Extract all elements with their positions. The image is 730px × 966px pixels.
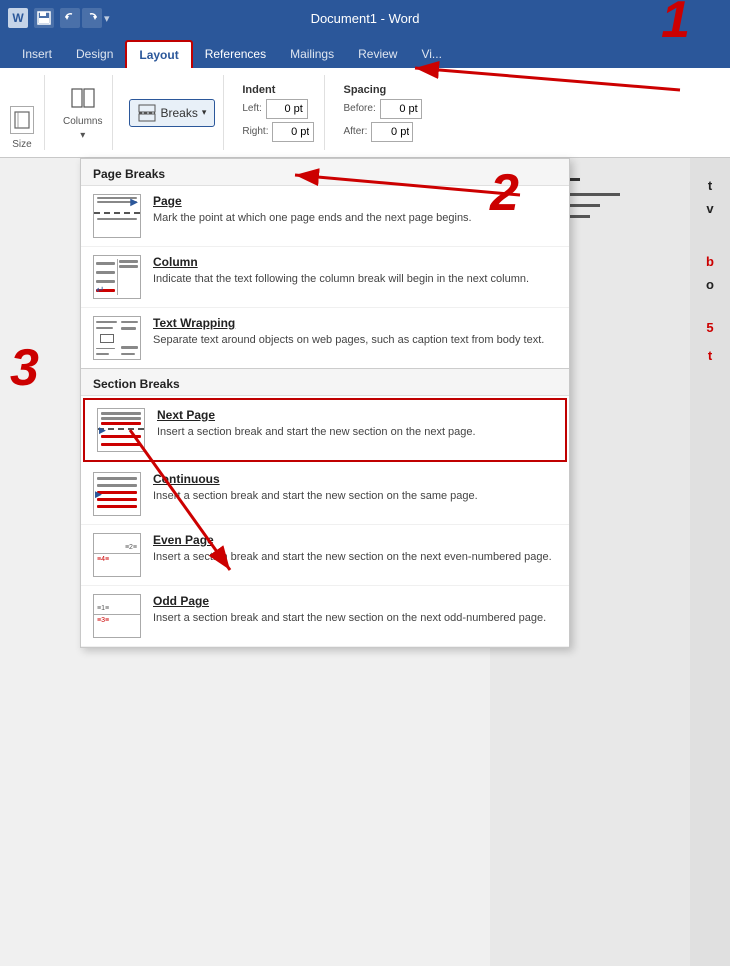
tab-view[interactable]: Vi... (409, 40, 453, 68)
tab-references[interactable]: References (193, 40, 278, 68)
tab-mailings[interactable]: Mailings (278, 40, 346, 68)
tab-review[interactable]: Review (346, 40, 409, 68)
col-arrow-icon: ↵ (96, 285, 104, 296)
text-wrap-icon (93, 316, 141, 360)
tab-design[interactable]: Design (64, 40, 125, 68)
breaks-button[interactable]: Breaks ▾ (129, 99, 215, 127)
next-page-item-title: Next Page (157, 408, 553, 422)
title-bar: W ▾ Document1 - Word (0, 0, 730, 36)
ribbon-body: Size Columns ▾ Breaks ▾ Indent Left: Rig… (0, 68, 730, 158)
spacing-after-input[interactable] (371, 122, 413, 142)
tab-layout[interactable]: Layout (125, 40, 192, 68)
column-item-text: Column Indicate that the text following … (153, 255, 557, 287)
spacing-after-label: After: (343, 126, 367, 137)
dropdown-item-even-page[interactable]: ≡2≡ ≡4≡ Even Page Insert a section break… (81, 525, 569, 586)
page-arrow-icon: ▶ (130, 197, 138, 208)
continuous-item-desc: Insert a section break and start the new… (153, 489, 557, 504)
continuous-arrow-icon: ▶ (95, 489, 102, 500)
even-page-icon: ≡2≡ ≡4≡ (93, 533, 141, 577)
dropdown-item-column[interactable]: ↵ Column Indicate that the text followin… (81, 247, 569, 308)
text-wrap-item-desc: Separate text around objects on web page… (153, 333, 557, 348)
next-page-item-desc: Insert a section break and start the new… (157, 425, 553, 440)
even-page-item-text: Even Page Insert a section break and sta… (153, 533, 557, 565)
size-label: Size (12, 139, 31, 150)
dropdown-item-next-page[interactable]: ▶ Next Page Insert a section break and s… (83, 398, 567, 462)
quick-access-dropdown[interactable]: ▾ (104, 12, 110, 25)
redo-icon[interactable] (82, 8, 102, 28)
annotation-3: 3 (10, 338, 39, 398)
column-item-desc: Indicate that the text following the col… (153, 272, 557, 287)
undo-icon[interactable] (60, 8, 80, 28)
indent-header: Indent (242, 84, 314, 96)
even-page-item-title: Even Page (153, 533, 557, 547)
continuous-item-text: Continuous Insert a section break and st… (153, 472, 557, 504)
odd-page-item-title: Odd Page (153, 594, 557, 608)
title-bar-left: W ▾ (8, 8, 110, 28)
columns-label: Columns (63, 116, 102, 127)
odd-page-icon: ≡1≡ ≡3≡ (93, 594, 141, 638)
even-page-item-desc: Insert a section break and start the new… (153, 550, 557, 565)
word-icon: W (8, 8, 28, 28)
odd-page-item-text: Odd Page Insert a section break and star… (153, 594, 557, 626)
dropdown-item-text-wrapping[interactable]: Text Wrapping Separate text around objec… (81, 308, 569, 369)
breaks-dropdown-arrow: ▾ (202, 107, 207, 118)
breaks-dropdown: Page Breaks ▶ Page Mark the point at whi… (80, 158, 570, 648)
undo-group: ▾ (60, 8, 110, 28)
spacing-before-input[interactable] (380, 99, 422, 119)
indent-right-label: Right: (242, 126, 268, 137)
page-break-icon: ▶ (93, 194, 141, 238)
doc-right-edge: t v b o 5 t (690, 158, 730, 966)
section-breaks-header: Section Breaks (81, 369, 569, 396)
doc-sidebar: 3 (0, 158, 80, 966)
save-icon[interactable] (34, 8, 54, 28)
breaks-label: Breaks (160, 106, 197, 120)
next-page-arrow-icon: ▶ (99, 425, 106, 436)
spacing-header: Spacing (343, 84, 421, 96)
odd-page-item-desc: Insert a section break and start the new… (153, 611, 557, 626)
page-item-text: Page Mark the point at which one page en… (153, 194, 557, 226)
continuous-item-title: Continuous (153, 472, 557, 486)
column-break-icon: ↵ (93, 255, 141, 299)
dropdown-area: Page Breaks ▶ Page Mark the point at whi… (80, 158, 690, 966)
indent-left-label: Left: (242, 103, 261, 114)
next-page-item-text: Next Page Insert a section break and sta… (157, 408, 553, 440)
dropdown-item-continuous[interactable]: ▶ Continuous Insert a section break and … (81, 464, 569, 525)
main-area: 3 Page Breaks ▶ (0, 158, 730, 966)
column-item-title: Column (153, 255, 557, 269)
spacing-before-label: Before: (343, 103, 375, 114)
indent-left-input[interactable] (266, 99, 308, 119)
text-wrap-item-text: Text Wrapping Separate text around objec… (153, 316, 557, 348)
continuous-icon: ▶ (93, 472, 141, 516)
next-page-icon: ▶ (97, 408, 145, 452)
page-breaks-header: Page Breaks (81, 159, 569, 186)
dropdown-item-odd-page[interactable]: ≡1≡ ≡3≡ Odd Page Insert a section break … (81, 586, 569, 647)
page-item-desc: Mark the point at which one page ends an… (153, 211, 557, 226)
tab-insert[interactable]: Insert (10, 40, 64, 68)
ribbon-tabs: Insert Design Layout References Mailings… (0, 36, 730, 68)
indent-right-input[interactable] (272, 122, 314, 142)
text-wrap-item-title: Text Wrapping (153, 316, 557, 330)
document-title: Document1 - Word (311, 11, 420, 26)
page-item-title: Page (153, 194, 557, 208)
dropdown-item-page[interactable]: ▶ Page Mark the point at which one page … (81, 186, 569, 247)
